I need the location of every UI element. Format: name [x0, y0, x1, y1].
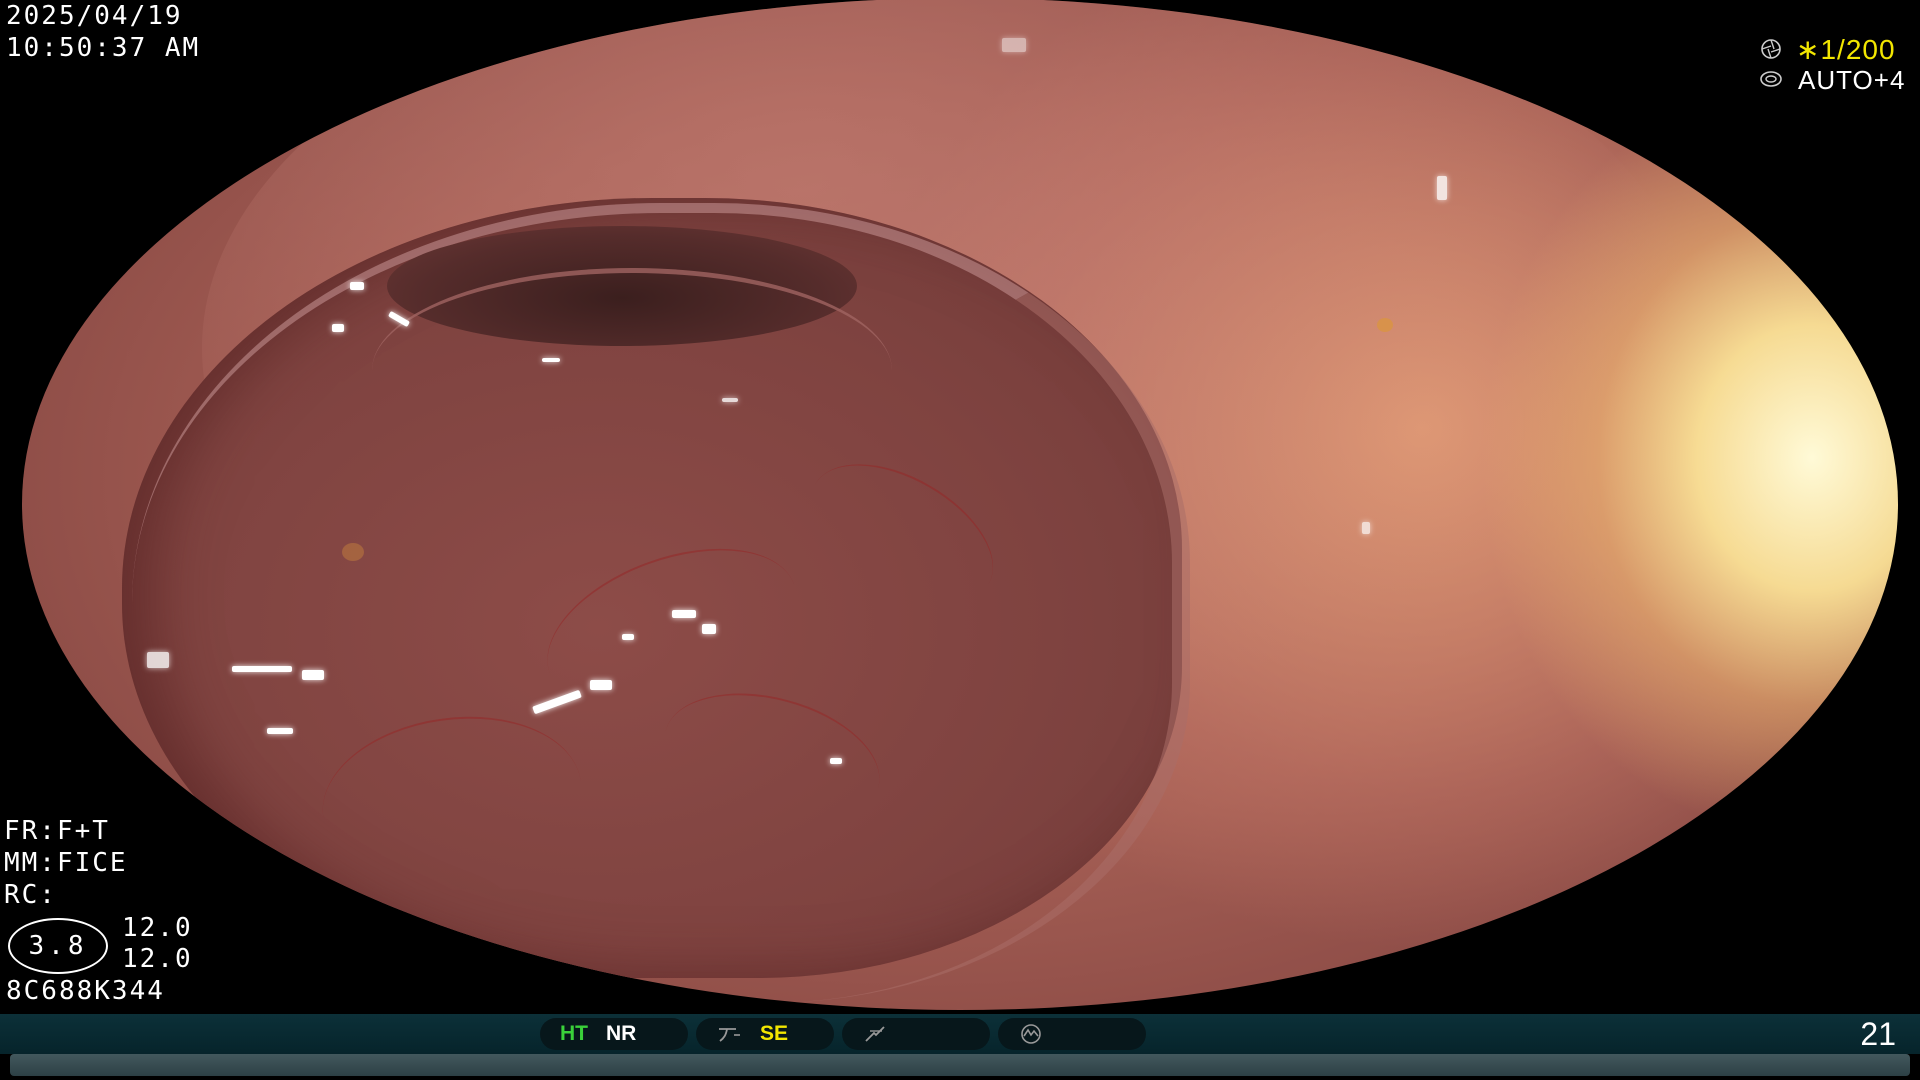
- nr-label: NR: [606, 1022, 637, 1045]
- se-label: SE: [760, 1022, 789, 1045]
- tone-curve-icon: [719, 1028, 740, 1042]
- serial-number: 8C688K344: [6, 976, 165, 1006]
- fr-setting: FR:F+T: [4, 816, 110, 846]
- light-reflection: [722, 398, 738, 402]
- light-reflection: [622, 634, 634, 640]
- rc-value-badge: 3.8: [8, 918, 108, 974]
- rc-label: RC:: [4, 880, 57, 910]
- se-indicator: SE: [696, 1018, 834, 1050]
- frequency-indicator: [842, 1018, 990, 1050]
- time-display: 10:50:37 AM: [6, 33, 201, 63]
- light-reflection: [147, 652, 169, 668]
- light-reflection: [1437, 176, 1447, 200]
- shutter-speed: ∗1/200: [1796, 34, 1896, 65]
- mode-icon: [1021, 1024, 1041, 1044]
- light-reflection: [1362, 522, 1370, 534]
- fold-line: [372, 268, 892, 473]
- light-reflection: [332, 324, 344, 332]
- value-1: 12.0: [122, 913, 193, 943]
- light-reflection: [830, 758, 842, 764]
- ht-label: HT: [560, 1022, 588, 1045]
- rc-value: 3.8: [28, 931, 88, 961]
- mm-setting: MM:FICE: [4, 848, 128, 878]
- light-reflection: [232, 666, 292, 672]
- auto-exposure-icon: [1760, 71, 1782, 87]
- shutter-icon: [1761, 39, 1781, 59]
- frame-number: 21: [1860, 1016, 1896, 1052]
- endoscope-image: [22, 0, 1898, 1010]
- frequency-icon: [865, 1026, 885, 1042]
- mode-indicator: [998, 1018, 1146, 1050]
- status-strip: [10, 1054, 1910, 1076]
- ht-nr-indicator: HT NR: [540, 1018, 688, 1050]
- exposure-setting: AUTO+4: [1798, 65, 1906, 95]
- value-2: 12.0: [122, 944, 193, 974]
- light-reflection: [1002, 38, 1026, 52]
- bright-spot: [1377, 318, 1393, 332]
- light-reflection: [672, 610, 696, 618]
- light-reflection: [302, 670, 324, 680]
- light-reflection: [702, 624, 716, 634]
- light-reflection: [267, 728, 293, 734]
- light-reflection: [350, 282, 364, 290]
- date-display: 2025/04/19: [6, 1, 183, 31]
- light-reflection: [542, 358, 560, 362]
- bright-spot: [342, 543, 364, 561]
- light-reflection: [590, 680, 612, 690]
